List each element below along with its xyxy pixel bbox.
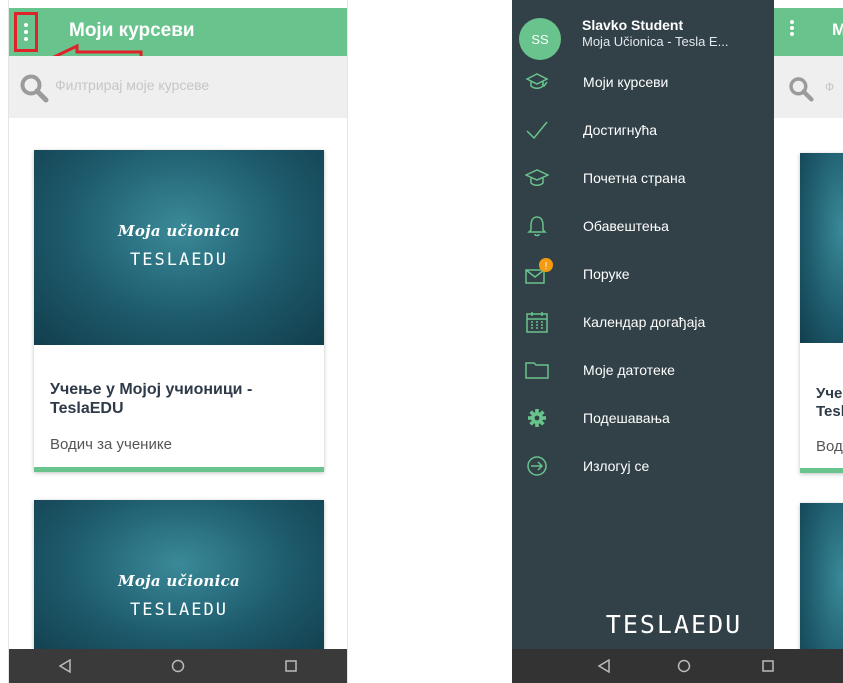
bell-icon <box>527 216 547 237</box>
back-icon <box>58 659 72 673</box>
folder-icon <box>525 362 549 379</box>
background-card-title: Уче <box>816 385 843 402</box>
more-vert-icon <box>24 22 28 43</box>
search-icon <box>789 77 814 102</box>
search-bar <box>9 56 347 118</box>
drawer-header[interactable]: SS Slavko Student Moja Učionica - Tesla … <box>512 8 774 60</box>
search-icon <box>20 74 49 103</box>
page-title: Моји курсеви <box>69 20 195 41</box>
menu-item-label: Излогуј се <box>583 458 650 474</box>
menu-item-calendar[interactable]: Календар догађаја <box>512 302 774 342</box>
home-button[interactable] <box>158 649 198 683</box>
system-nav-bar <box>512 649 843 683</box>
user-name: Slavko Student <box>582 17 684 33</box>
menu-item-label: Достигнућа <box>583 122 658 138</box>
course-image: Moja učionica TESLAEDU <box>34 500 324 660</box>
menu-item-label: Подешавања <box>583 410 670 426</box>
background-search-text: Ф <box>825 80 835 94</box>
menu-item-achievements[interactable]: Достигнућа <box>512 110 774 150</box>
menu-item-home[interactable]: Почетна страна <box>512 158 774 198</box>
course-image: Moja učionica TESLAEDU <box>34 150 324 345</box>
home-icon <box>171 659 185 673</box>
logo-text: TESLAEDU <box>130 250 228 268</box>
recents-icon <box>762 660 774 672</box>
back-button[interactable] <box>45 649 85 683</box>
avatar: SS <box>519 18 561 60</box>
teslaedu-logo-icon: TESLAEDU <box>130 250 228 270</box>
menu-item-label: Поруке <box>583 266 630 282</box>
menu-item-label: Календар догађаја <box>583 314 706 330</box>
background-course-card <box>800 503 843 663</box>
menu-item-my-files[interactable]: Моје датотеке <box>512 350 774 390</box>
menu-item-label: Моји курсеви <box>583 74 669 90</box>
teslaedu-logo-icon: TESLAEDU <box>606 610 742 639</box>
gear-icon <box>528 409 546 427</box>
menu-item-logout[interactable]: Излогуј се <box>512 446 774 486</box>
teslaedu-logo: TESLAEDU <box>582 610 767 642</box>
course-card[interactable]: Moja učionica TESLAEDU Учење у Мојој учи… <box>34 150 324 472</box>
background-card-title: Tesl <box>816 403 843 420</box>
recents-button[interactable] <box>748 649 788 683</box>
notification-badge: ! <box>539 258 553 272</box>
home-icon <box>677 659 691 673</box>
check-icon <box>526 121 548 140</box>
brand-script: Moja učionica <box>117 572 241 590</box>
teslaedu-logo-icon: TESLAEDU <box>130 600 228 620</box>
phone-screen-courses: Моји курсеви Moja učionica TESLAEDU Учењ… <box>8 0 348 683</box>
menu-item-my-courses[interactable]: Моји курсеви <box>512 62 774 102</box>
graduation-cap-icon <box>525 169 549 186</box>
navigation-drawer: SS Slavko Student Moja Učionica - Tesla … <box>512 0 774 683</box>
menu-item-notifications[interactable]: Обавештења <box>512 206 774 246</box>
teslaedu-logo: TESLAEDU <box>34 600 324 623</box>
menu-item-settings[interactable]: Подешавања <box>512 398 774 438</box>
more-vert-icon <box>789 18 795 43</box>
user-organization: Moja Učionica - Tesla E... <box>582 34 729 49</box>
course-card[interactable]: Moja učionica TESLAEDU <box>34 500 324 660</box>
menu-item-label: Обавештења <box>583 218 669 234</box>
menu-item-label: Почетна страна <box>583 170 686 186</box>
badge-text: ! <box>545 261 548 272</box>
menu-item-messages[interactable]: ! Поруке <box>512 254 774 294</box>
menu-item-label: Моје датотеке <box>583 362 675 378</box>
recents-icon <box>284 660 297 672</box>
background-course-card <box>800 153 843 473</box>
home-button[interactable] <box>664 649 704 683</box>
logo-text: TESLAEDU <box>606 611 742 637</box>
menu-button[interactable] <box>14 12 38 52</box>
calendar-icon <box>526 312 548 333</box>
background-title: М <box>832 20 843 39</box>
logout-icon <box>527 456 547 476</box>
brand-script: Moja učionica <box>117 222 241 240</box>
courses-icon <box>525 73 549 89</box>
background-card-subtitle: Вод <box>816 438 843 455</box>
system-nav-bar <box>9 649 347 683</box>
recents-button[interactable] <box>271 649 311 683</box>
teslaedu-logo: TESLAEDU <box>34 250 324 273</box>
course-title: Учење у Мојој учионици - TeslaEDU <box>50 381 253 417</box>
course-subtitle: Водич за ученике <box>50 436 172 453</box>
logo-text: TESLAEDU <box>130 600 228 618</box>
phone-screen-drawer: М Ф Уче Tesl Вод SS Slavko Student Moja … <box>512 0 843 683</box>
back-icon <box>597 659 610 673</box>
search-input[interactable] <box>55 77 315 93</box>
progress-bar <box>34 467 324 472</box>
back-button[interactable] <box>584 649 624 683</box>
